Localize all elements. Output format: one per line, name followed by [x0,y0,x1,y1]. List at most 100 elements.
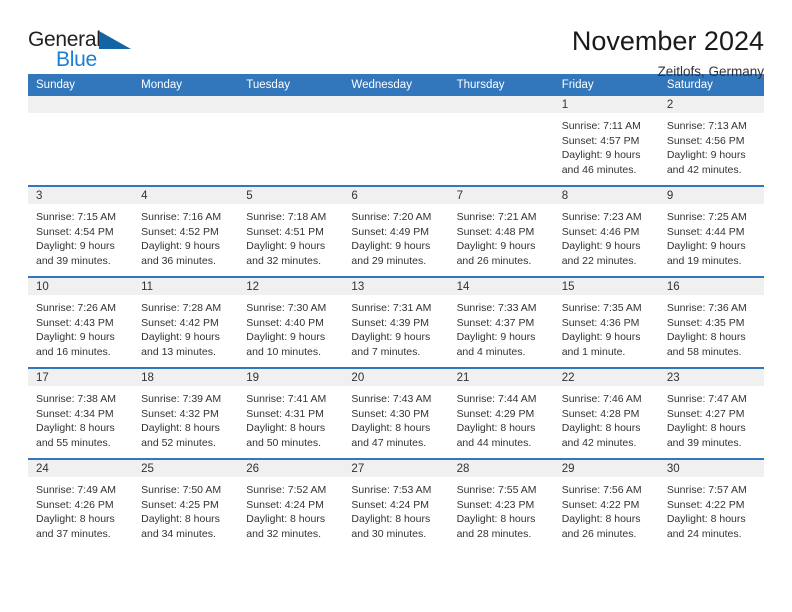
weekday-header-wednesday: Wednesday [343,74,449,96]
sunrise-text: Sunrise: 7:52 AM [246,484,327,496]
day-cell [133,96,239,186]
daylight-text-cont: and 50 minutes. [246,436,321,449]
day-cell[interactable]: 17 Sunrise: 7:38 AM Sunset: 4:34 PM Dayl… [28,367,134,459]
sunset-text: Sunset: 4:23 PM [456,498,535,511]
daylight-text: Daylight: 9 hours [456,240,536,253]
daylight-text: Daylight: 9 hours [246,331,326,344]
day-cell[interactable]: 26 Sunrise: 7:52 AM Sunset: 4:24 PM Dayl… [238,458,344,549]
sunset-text: Sunset: 4:25 PM [141,498,219,511]
day-cell[interactable]: 29 Sunrise: 7:56 AM Sunset: 4:22 PM Dayl… [553,458,659,549]
sunset-text: Sunset: 4:57 PM [561,134,640,147]
daylight-text-cont: and 52 minutes. [141,436,216,449]
sunrise-text: Sunrise: 7:35 AM [561,302,642,314]
daylight-text: Daylight: 8 hours [36,513,115,526]
daylight-text-cont: and 7 minutes. [351,345,421,358]
sunrise-text: Sunrise: 7:25 AM [666,211,747,223]
sunrise-text: Sunrise: 7:55 AM [456,484,537,496]
daylight-text-cont: and 42 minutes. [666,163,742,176]
daylight-text: Daylight: 9 hours [561,149,641,162]
logo-text-general: General [28,28,101,51]
day-number: 22 [553,369,659,386]
day-cell[interactable]: 28 Sunrise: 7:55 AM Sunset: 4:23 PM Dayl… [448,458,554,549]
day-cell[interactable]: 15 Sunrise: 7:35 AM Sunset: 4:36 PM Dayl… [553,276,659,368]
sunset-text: Sunset: 4:22 PM [666,498,745,511]
day-cell[interactable]: 18 Sunrise: 7:39 AM Sunset: 4:32 PM Dayl… [133,367,239,459]
day-details: Sunrise: 7:31 AM Sunset: 4:39 PM Dayligh… [343,295,448,359]
daylight-text: Daylight: 8 hours [141,422,220,435]
daylight-text: Daylight: 8 hours [246,422,326,435]
day-cell[interactable]: 12 Sunrise: 7:30 AM Sunset: 4:40 PM Dayl… [238,276,344,368]
day-cell[interactable]: 10 Sunrise: 7:26 AM Sunset: 4:43 PM Dayl… [28,276,134,368]
calendar-page: General Blue November 2024 Zeitlofs, Ger… [0,0,792,612]
daylight-text-cont: and 26 minutes. [456,254,532,267]
daylight-text: Daylight: 8 hours [36,422,115,435]
day-cell[interactable]: 14 Sunrise: 7:33 AM Sunset: 4:37 PM Dayl… [448,276,554,368]
daylight-text-cont: and 58 minutes. [666,345,742,358]
day-number: 18 [133,369,239,386]
day-details: Sunrise: 7:25 AM Sunset: 4:44 PM Dayligh… [659,204,764,268]
daylight-text-cont: and 39 minutes. [36,254,111,267]
day-number: 2 [658,96,764,113]
day-cell[interactable]: 30 Sunrise: 7:57 AM Sunset: 4:22 PM Dayl… [658,458,764,549]
day-number: 13 [343,278,449,295]
daylight-text-cont: and 34 minutes. [141,527,216,540]
day-cell[interactable]: 1 Sunrise: 7:11 AM Sunset: 4:57 PM Dayli… [553,96,659,186]
day-number: 27 [343,460,449,477]
day-cell[interactable]: 22 Sunrise: 7:46 AM Sunset: 4:28 PM Dayl… [553,367,659,459]
sunset-text: Sunset: 4:31 PM [246,407,324,420]
day-number: 19 [238,369,344,386]
day-details: Sunrise: 7:15 AM Sunset: 4:54 PM Dayligh… [28,204,133,268]
day-number: 5 [238,187,344,204]
sunrise-text: Sunrise: 7:11 AM [561,120,641,132]
day-number [448,96,554,113]
day-number: 11 [133,278,239,295]
day-cell[interactable]: 19 Sunrise: 7:41 AM Sunset: 4:31 PM Dayl… [238,367,344,459]
day-cell[interactable]: 6 Sunrise: 7:20 AM Sunset: 4:49 PM Dayli… [343,185,449,277]
day-number: 26 [238,460,344,477]
weekday-header-tuesday: Tuesday [238,74,344,96]
daylight-text: Daylight: 9 hours [141,331,220,344]
day-cell[interactable]: 20 Sunrise: 7:43 AM Sunset: 4:30 PM Dayl… [343,367,449,459]
day-cell[interactable]: 4 Sunrise: 7:16 AM Sunset: 4:52 PM Dayli… [133,185,239,277]
day-details: Sunrise: 7:44 AM Sunset: 4:29 PM Dayligh… [449,386,554,450]
day-cell[interactable]: 5 Sunrise: 7:18 AM Sunset: 4:51 PM Dayli… [238,185,344,277]
day-cell[interactable]: 7 Sunrise: 7:21 AM Sunset: 4:48 PM Dayli… [448,185,554,277]
daylight-text: Daylight: 9 hours [36,240,115,253]
day-cell [238,96,344,186]
day-cell[interactable]: 23 Sunrise: 7:47 AM Sunset: 4:27 PM Dayl… [658,367,764,459]
day-cell[interactable]: 8 Sunrise: 7:23 AM Sunset: 4:46 PM Dayli… [553,185,659,277]
day-details: Sunrise: 7:49 AM Sunset: 4:26 PM Dayligh… [28,477,133,541]
general-blue-logo[interactable]: General Blue [28,27,146,79]
day-cell[interactable]: 13 Sunrise: 7:31 AM Sunset: 4:39 PM Dayl… [343,276,449,368]
day-cell[interactable]: 11 Sunrise: 7:28 AM Sunset: 4:42 PM Dayl… [133,276,239,368]
day-details: Sunrise: 7:13 AM Sunset: 4:56 PM Dayligh… [659,113,764,177]
day-details: Sunrise: 7:20 AM Sunset: 4:49 PM Dayligh… [343,204,448,268]
day-details: Sunrise: 7:18 AM Sunset: 4:51 PM Dayligh… [238,204,343,268]
day-cell[interactable]: 24 Sunrise: 7:49 AM Sunset: 4:26 PM Dayl… [28,458,134,549]
daylight-text-cont: and 1 minute. [561,345,626,358]
week-row: 24 Sunrise: 7:49 AM Sunset: 4:26 PM Dayl… [28,458,764,549]
sunset-text: Sunset: 4:27 PM [666,407,745,420]
sunset-text: Sunset: 4:56 PM [666,134,745,147]
sunrise-text: Sunrise: 7:16 AM [141,211,222,223]
day-cell[interactable]: 2 Sunrise: 7:13 AM Sunset: 4:56 PM Dayli… [658,96,764,186]
sunrise-text: Sunrise: 7:38 AM [36,393,116,405]
day-cell[interactable]: 3 Sunrise: 7:15 AM Sunset: 4:54 PM Dayli… [28,185,134,277]
daylight-text: Daylight: 9 hours [36,331,115,344]
day-cell[interactable]: 27 Sunrise: 7:53 AM Sunset: 4:24 PM Dayl… [343,458,449,549]
day-cell[interactable]: 16 Sunrise: 7:36 AM Sunset: 4:35 PM Dayl… [658,276,764,368]
daylight-text: Daylight: 8 hours [666,513,746,526]
day-number: 12 [238,278,344,295]
daylight-text: Daylight: 8 hours [456,513,536,526]
day-details: Sunrise: 7:28 AM Sunset: 4:42 PM Dayligh… [133,295,238,359]
day-details: Sunrise: 7:35 AM Sunset: 4:36 PM Dayligh… [554,295,659,359]
day-cell[interactable]: 21 Sunrise: 7:44 AM Sunset: 4:29 PM Dayl… [448,367,554,459]
day-cell[interactable]: 25 Sunrise: 7:50 AM Sunset: 4:25 PM Dayl… [133,458,239,549]
daylight-text: Daylight: 8 hours [351,422,431,435]
sunset-text: Sunset: 4:46 PM [561,225,640,238]
page-title: November 2024 [571,26,764,56]
day-cell[interactable]: 9 Sunrise: 7:25 AM Sunset: 4:44 PM Dayli… [658,185,764,277]
day-number: 7 [448,187,554,204]
sunset-text: Sunset: 4:52 PM [141,225,219,238]
day-details [28,113,133,119]
